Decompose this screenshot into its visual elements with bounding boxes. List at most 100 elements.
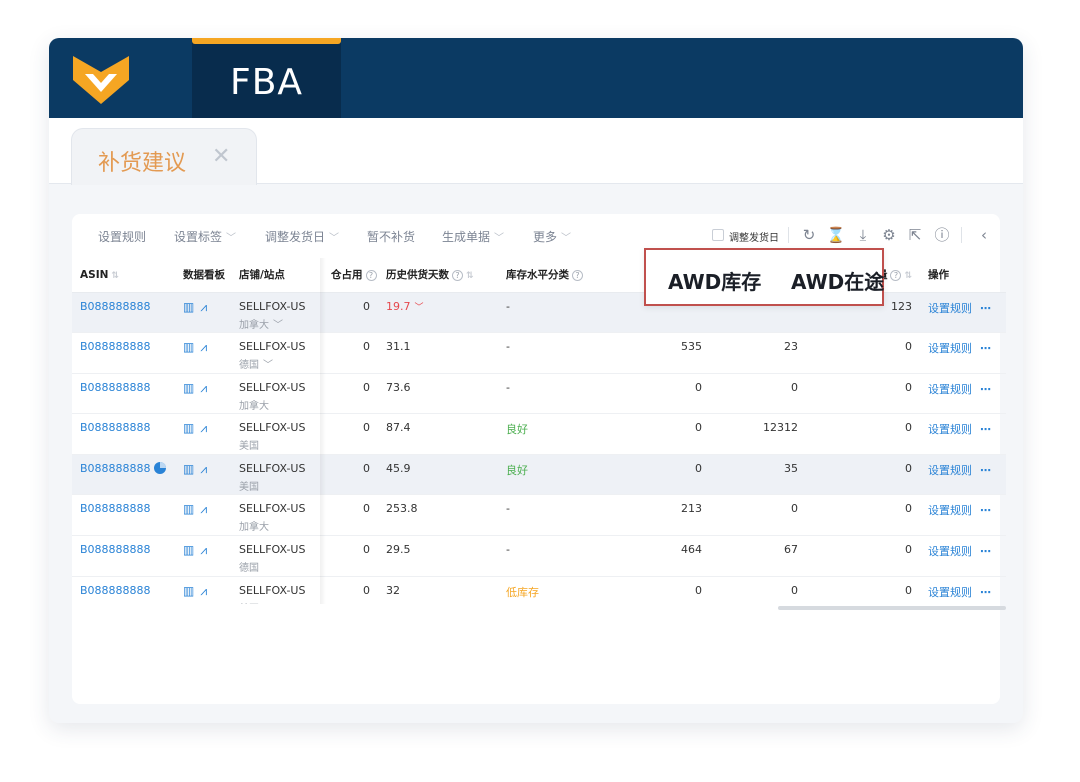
trend-chart-icon[interactable]: ⩘ bbox=[200, 462, 207, 477]
bar-chart-icon[interactable]: ▥ bbox=[183, 340, 194, 354]
toolbar-divider bbox=[788, 227, 789, 243]
more-icon[interactable]: ⋯ bbox=[980, 342, 991, 355]
bar-chart-icon[interactable]: ▥ bbox=[183, 421, 194, 435]
history-days-cell: 73.6 bbox=[378, 373, 498, 415]
hourglass-icon[interactable]: ⌛ bbox=[826, 225, 846, 245]
set-rules-button[interactable]: 设置规则 bbox=[98, 228, 146, 245]
table-row[interactable]: B088888888 ▥ ⩘ SELLFOX-US 德国 ﹀ 0 31.1-535 23 0 设置规… bbox=[72, 332, 1006, 374]
chevron-down-icon: ﹀ bbox=[226, 233, 237, 244]
bar-chart-icon[interactable]: ▥ bbox=[183, 502, 194, 516]
more-icon[interactable]: ⋯ bbox=[980, 504, 991, 517]
table-row[interactable]: B088888888 ▥ ⩘ SELLFOX-US 德国 0 29.5-464 67 0 设置规则… bbox=[72, 535, 1006, 577]
set-rules-link[interactable]: 设置规则 bbox=[928, 302, 972, 315]
help-icon[interactable]: ? bbox=[890, 270, 902, 282]
help-icon[interactable]: ? bbox=[452, 270, 463, 282]
asin-link[interactable]: B088888888 bbox=[80, 502, 151, 515]
pie-chart-icon[interactable] bbox=[153, 461, 166, 474]
horizontal-scrollbar[interactable] bbox=[778, 606, 1006, 610]
dashboard-cell: ▥ ⩘ bbox=[175, 454, 231, 496]
settings-icon[interactable]: ⚙ bbox=[879, 225, 899, 245]
awd-transit-label: AWD在途 bbox=[791, 270, 885, 294]
bar-chart-icon[interactable]: ▥ bbox=[183, 543, 194, 557]
asin-link[interactable]: B088888888 bbox=[80, 421, 151, 434]
tab-replenishment[interactable]: 补货建议 ✕ bbox=[71, 128, 257, 185]
set-rules-link[interactable]: 设置规则 bbox=[928, 342, 972, 355]
close-icon[interactable]: ✕ bbox=[212, 144, 230, 169]
awd-transit-cell: 0 bbox=[710, 494, 806, 537]
region-label[interactable]: 加拿大 ﹀ bbox=[239, 316, 323, 331]
help-icon[interactable]: ? bbox=[572, 270, 583, 282]
more-icon[interactable]: ⋯ bbox=[980, 586, 991, 599]
sort-icon[interactable]: ⇅ bbox=[466, 271, 474, 281]
action-cell: 设置规则 ⋯ bbox=[920, 373, 1006, 415]
table-row[interactable]: B088888888 ▥ ⩘ SELLFOX-US 加拿大 0 253.8-213 0 0 设置规… bbox=[72, 494, 1006, 537]
sort-icon[interactable]: ⇅ bbox=[904, 271, 912, 281]
inventory-level-cell: 良好 bbox=[498, 413, 618, 455]
export-icon[interactable]: ⇱ bbox=[905, 225, 925, 245]
chevron-down-icon[interactable]: ﹀ bbox=[415, 303, 424, 313]
bar-chart-icon[interactable]: ▥ bbox=[183, 300, 194, 314]
set-rules-link[interactable]: 设置规则 bbox=[928, 383, 972, 396]
history-days-value: 32 bbox=[386, 583, 400, 597]
table-row[interactable]: B088888888▥⩘SELLFOX-US美国032低库存000设置规则⋯ bbox=[72, 576, 1006, 604]
inventory-level-value: - bbox=[506, 502, 510, 516]
trend-chart-icon[interactable]: ⩘ bbox=[200, 340, 207, 355]
asin-link[interactable]: B088888888 bbox=[80, 462, 151, 475]
inventory-level-cell: - bbox=[498, 332, 618, 374]
help-icon[interactable]: ⓘ bbox=[932, 225, 952, 245]
bar-chart-icon[interactable]: ▥ bbox=[183, 584, 194, 598]
region-label: 美国 bbox=[239, 600, 323, 605]
adjust-ship-date-checkbox[interactable] bbox=[712, 229, 724, 241]
set-rules-link[interactable]: 设置规则 bbox=[928, 586, 972, 599]
inventory-level-value: - bbox=[506, 299, 510, 313]
more-icon[interactable]: ⋯ bbox=[980, 423, 991, 436]
trend-chart-icon[interactable]: ⩘ bbox=[200, 584, 207, 599]
frozen-column-shadow bbox=[320, 258, 326, 604]
generate-docs-dropdown[interactable]: 生成单据 ﹀ bbox=[442, 228, 504, 245]
qty-cell: 0 bbox=[806, 413, 920, 455]
more-icon[interactable]: ⋯ bbox=[980, 383, 991, 396]
set-rules-link[interactable]: 设置规则 bbox=[928, 423, 972, 436]
trend-chart-icon[interactable]: ⩘ bbox=[200, 381, 207, 396]
col-history-days[interactable]: 历史供货天数? ⇅ bbox=[378, 258, 498, 293]
set-rules-link[interactable]: 设置规则 bbox=[928, 464, 972, 477]
col-warehouse[interactable]: 仓占用?⇅ bbox=[323, 258, 378, 293]
app-name-tab[interactable]: FBA bbox=[192, 38, 341, 118]
pause-replenish-button[interactable]: 暂不补货 bbox=[367, 228, 415, 245]
refresh-icon[interactable]: ↻ bbox=[799, 225, 819, 245]
trend-chart-icon[interactable]: ⩘ bbox=[200, 421, 207, 436]
more-dropdown[interactable]: 更多 ﹀ bbox=[533, 228, 571, 245]
region-label: 加拿大 bbox=[239, 400, 269, 412]
set-rules-link[interactable]: 设置规则 bbox=[928, 504, 972, 517]
store-name: SELLFOX-US bbox=[239, 502, 306, 516]
trend-chart-icon[interactable]: ⩘ bbox=[200, 543, 207, 558]
trend-chart-icon[interactable]: ⩘ bbox=[200, 300, 207, 315]
bar-chart-icon[interactable]: ▥ bbox=[183, 462, 194, 476]
sort-icon[interactable]: ⇅ bbox=[111, 271, 119, 281]
more-icon[interactable]: ⋯ bbox=[980, 464, 991, 477]
asin-link[interactable]: B088888888 bbox=[80, 340, 151, 353]
trend-chart-icon[interactable]: ⩘ bbox=[200, 502, 207, 517]
more-icon[interactable]: ⋯ bbox=[980, 302, 991, 315]
asin-link[interactable]: B088888888 bbox=[80, 543, 151, 556]
awd-stock-cell: 213 bbox=[618, 494, 710, 537]
bar-chart-icon[interactable]: ▥ bbox=[183, 381, 194, 395]
region-label[interactable]: 德国 ﹀ bbox=[239, 356, 323, 371]
chevron-left-icon[interactable]: ‹ bbox=[974, 225, 994, 245]
table-row[interactable]: B088888888 ▥ ⩘ SELLFOX-US 美国 0 87.4 良好 0 12312 0 设置… bbox=[72, 413, 1006, 455]
table-row[interactable]: B088888888 ▥ ⩘ SELLFOX-US 加拿大 0 73.6-0 0 0 设置规则 ⋯ bbox=[72, 373, 1006, 415]
help-icon[interactable]: ? bbox=[365, 270, 377, 282]
col-asin[interactable]: ASIN ⇅ bbox=[72, 258, 175, 293]
asin-link[interactable]: B088888888 bbox=[80, 584, 151, 597]
region-label: 美国 bbox=[239, 441, 259, 453]
set-tags-dropdown[interactable]: 设置标签 ﹀ bbox=[174, 228, 236, 245]
asin-link[interactable]: B088888888 bbox=[80, 300, 151, 313]
more-icon[interactable]: ⋯ bbox=[980, 545, 991, 558]
store-cell: SELLFOX-US 加拿大 ﹀ bbox=[231, 292, 323, 334]
download-icon[interactable]: ⤓ bbox=[853, 225, 873, 245]
set-rules-link[interactable]: 设置规则 bbox=[928, 545, 972, 558]
awd-transit-cell: 12312 bbox=[710, 413, 806, 455]
asin-link[interactable]: B088888888 bbox=[80, 381, 151, 394]
table-row[interactable]: B088888888 ▥ ⩘ SELLFOX-US 美国 0 45.9 良好 0 35 0 设置规则 ⋯ bbox=[72, 454, 1006, 496]
adjust-ship-date-dropdown[interactable]: 调整发货日 ﹀ bbox=[265, 228, 339, 245]
